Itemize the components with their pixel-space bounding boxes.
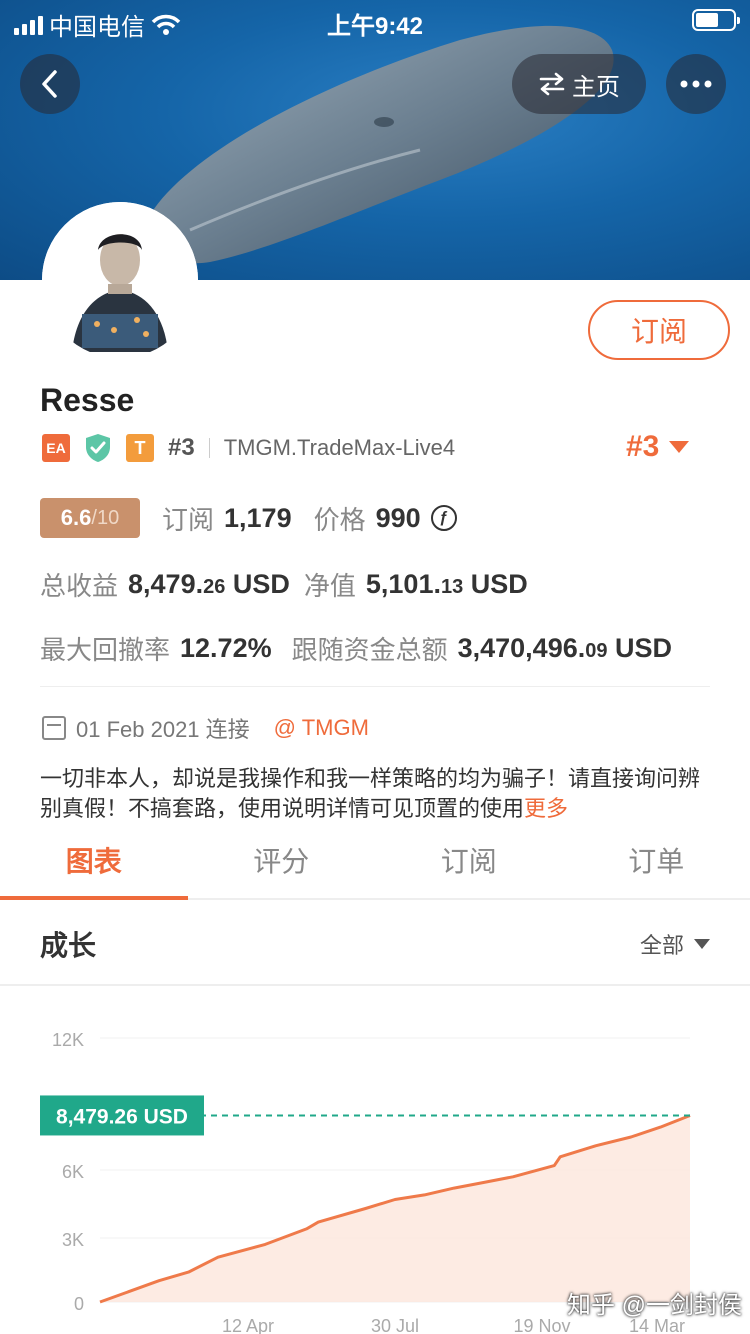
subscribe-count-label: 订阅: [162, 504, 215, 535]
stats-row-drawdown: 最大回撤率 12.72% 跟随资金总额 3,470,496.09 USD: [40, 630, 672, 667]
tab-bar: 图表 评分 订阅 订单: [0, 830, 750, 900]
avatar-image: [42, 202, 198, 358]
price-value: 990: [375, 502, 421, 533]
home-label: 主页: [572, 73, 620, 101]
caret-down-icon: [669, 441, 690, 453]
bio: 一切非本人，却说是我操作和我一样策略的均为骗子！请直接询问辨别真假！不搞套路，使…: [40, 764, 710, 824]
rank-label: #3: [168, 434, 195, 461]
stats-row-score: 6.6/10 订阅 1,179 价格 990 ƒ: [40, 498, 457, 538]
total-profit-value: 8,479.26 USD: [128, 569, 290, 599]
x-tick-label: 12 Apr: [222, 1316, 274, 1334]
connection-row: 01 Feb 2021 连接 @ TMGM: [42, 712, 369, 744]
y-tick-label: 3K: [62, 1230, 84, 1250]
score-denominator: /10: [91, 506, 120, 529]
rank-value: #3: [626, 430, 660, 463]
price-label: 价格: [313, 504, 366, 535]
range-value: 全部: [639, 933, 684, 958]
score-value: 6.6: [60, 505, 92, 530]
tab-subscribe[interactable]: 订阅: [375, 830, 563, 898]
bio-more-link[interactable]: 更多: [524, 796, 568, 821]
equity-value: 5,101.13 USD: [365, 569, 528, 599]
drawdown-value: 12.72%: [180, 633, 272, 663]
more-button[interactable]: [666, 54, 726, 114]
ea-badge: EA: [42, 434, 70, 462]
watermark: 知乎 @一剑封侯: [566, 1292, 742, 1319]
tab-chart[interactable]: 图表: [0, 830, 188, 900]
section-divider: [40, 686, 710, 687]
bio-text: 一切非本人，却说是我操作和我一样策略的均为骗子！请直接询问辨别真假！不搞套路，使…: [40, 766, 701, 821]
follow-funds-label: 跟随资金总额: [291, 635, 448, 665]
follow-funds-value: 3,470,496.09 USD: [457, 633, 673, 663]
more-dots-icon: [680, 80, 712, 88]
status-bar: 中国电信 上午9:42: [0, 0, 750, 41]
rank-dropdown[interactable]: #3: [626, 430, 690, 464]
growth-chart: 12K6K3K08,479.26 USD12 Apr 30 Jul 19 Nov 14…: [40, 1030, 691, 1334]
x-tick-label: 19 Nov: [513, 1316, 570, 1334]
growth-header: 成长 全部: [0, 900, 750, 986]
battery-icon: [692, 9, 740, 31]
stats-row-profit: 总收益 8,479.26 USD 净值 5,101.13 USD: [40, 566, 528, 603]
calendar-icon: [42, 716, 66, 740]
divider: [208, 438, 210, 458]
y-tick-label: 0: [74, 1294, 84, 1314]
tab-orders[interactable]: 订单: [563, 830, 750, 898]
chevron-left-icon: [42, 70, 57, 98]
current-value-label: 8,479.26 USD: [56, 1105, 188, 1128]
total-profit-label: 总收益: [40, 571, 119, 601]
drawdown-label: 最大回撤率: [40, 635, 171, 665]
coin-icon: ƒ: [430, 505, 457, 531]
back-button[interactable]: [20, 54, 80, 114]
x-tick-label: 30 Jul: [371, 1316, 419, 1334]
range-dropdown[interactable]: 全部: [640, 928, 710, 960]
broker-account: TMGM.TradeMax-Live4: [223, 435, 456, 460]
swap-icon: [539, 72, 565, 96]
shield-check-icon: [86, 434, 110, 462]
caret-down-icon: [694, 939, 710, 949]
growth-title: 成长: [40, 930, 97, 961]
broker-link[interactable]: @ TMGM: [274, 715, 369, 741]
username: Resse: [40, 382, 135, 418]
subscribe-count: 1,179: [224, 502, 292, 533]
status-time: 上午9:42: [326, 13, 424, 40]
badge-row: EA T #3 TMGM.TradeMax-Live4: [42, 432, 455, 464]
home-button[interactable]: 主页: [512, 54, 646, 114]
score-badge: 6.6/10: [40, 498, 140, 538]
t-badge: T: [126, 434, 154, 462]
y-tick-label: 12K: [52, 1030, 84, 1050]
subscribe-button[interactable]: 订阅: [588, 300, 730, 360]
y-tick-label: 6K: [62, 1162, 84, 1182]
equity-label: 净值: [303, 571, 356, 601]
avatar[interactable]: [42, 202, 198, 358]
connection-date: 01 Feb 2021 连接: [76, 717, 250, 742]
tab-rating[interactable]: 评分: [188, 830, 376, 898]
